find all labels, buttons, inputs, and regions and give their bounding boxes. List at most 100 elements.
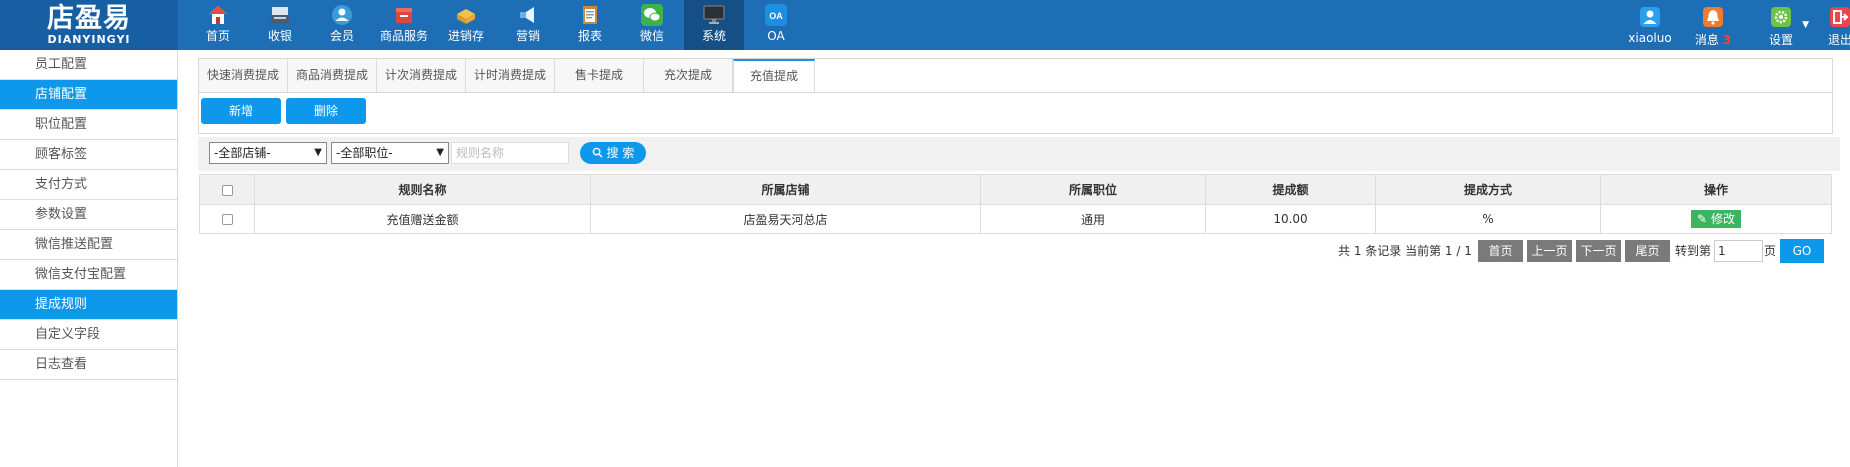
sidebar-item-position-config[interactable]: 职位配置 <box>0 110 177 140</box>
column-header: 规则名称 <box>254 174 591 205</box>
store-select[interactable]: -全部店铺- ▼ <box>209 142 327 164</box>
member-icon <box>331 4 353 26</box>
rule-name-input[interactable]: 规则名称 <box>451 142 569 164</box>
position-select[interactable]: -全部职位- ▼ <box>331 142 449 164</box>
settings-label: 设置 <box>1768 33 1793 47</box>
nav-label: 微信 <box>639 29 664 43</box>
column-header: 所属职位 <box>980 174 1206 205</box>
goods-icon <box>393 4 415 26</box>
last-page-button[interactable]: 尾页 <box>1625 240 1670 262</box>
edit-button[interactable]: ✎ 修改 <box>1691 210 1741 228</box>
search-icon <box>592 146 607 160</box>
tab-quick-consumption[interactable]: 快速消费提成 <box>199 59 288 92</box>
nav-label: 会员 <box>329 29 354 43</box>
nav-label: 报表 <box>577 29 602 43</box>
go-button[interactable]: GO <box>1780 239 1824 263</box>
store-select-value: -全部店铺- <box>214 146 271 160</box>
svg-text:OA: OA <box>769 11 783 21</box>
column-header: 提成额 <box>1205 174 1376 205</box>
wechat-icon <box>641 4 663 26</box>
tab-timed-consumption[interactable]: 计时消费提成 <box>466 59 555 92</box>
first-page-button[interactable]: 首页 <box>1478 240 1523 262</box>
action-bar: 新增 删除 <box>198 92 1833 134</box>
sidebar-item-payment-methods[interactable]: 支付方式 <box>0 170 177 200</box>
logo[interactable]: 店盈易 DIANYINGYI <box>0 0 178 50</box>
sidebar-item-commission-rules[interactable]: 提成规则 <box>0 290 177 320</box>
logout-label: 退出 <box>1827 33 1850 47</box>
next-page-button[interactable]: 下一页 <box>1576 240 1621 262</box>
megaphone-icon <box>517 4 539 26</box>
action-cell: ✎ 修改 <box>1600 204 1832 234</box>
nav-report[interactable]: 报表 <box>560 0 620 50</box>
sidebar-item-staff-config[interactable]: 员工配置 <box>0 50 177 80</box>
logout-menu[interactable]: 退出 <box>1820 0 1850 50</box>
prev-page-button[interactable]: 上一页 <box>1527 240 1572 262</box>
position-cell: 通用 <box>980 204 1206 234</box>
sidebar: 员工配置 店铺配置 职位配置 顾客标签 支付方式 参数设置 微信推送配置 微信支… <box>0 50 178 467</box>
add-button[interactable]: 新增 <box>201 98 281 124</box>
select-all-cell <box>199 174 255 205</box>
nav-inventory[interactable]: 进销存 <box>436 0 496 50</box>
page-number-input[interactable]: 1 <box>1714 240 1763 262</box>
settings-menu[interactable]: 设置 ▼ <box>1753 0 1809 50</box>
search-button-label: 搜 索 <box>606 146 635 160</box>
tab-card-sale[interactable]: 售卡提成 <box>555 59 644 92</box>
sidebar-item-parameters[interactable]: 参数设置 <box>0 200 177 230</box>
nav-goods[interactable]: 商品服务 <box>374 0 434 50</box>
sidebar-item-logs[interactable]: 日志查看 <box>0 350 177 380</box>
store-cell: 店盈易天河总店 <box>590 204 981 234</box>
gear-icon <box>1771 7 1791 27</box>
user-menu[interactable]: xiaoluo <box>1625 0 1675 50</box>
dropdown-arrow-icon: ▼ <box>314 147 322 158</box>
pager-summary: 共 1 条记录 当前第 1 / 1 <box>1338 244 1472 258</box>
top-bar: 店盈易 DIANYINGYI 首页 收银 会员 商品服务 进销存 营销 报表 微… <box>0 0 1850 50</box>
messages-label: 消息 <box>1694 33 1719 47</box>
nav-marketing[interactable]: 营销 <box>498 0 558 50</box>
nav-member[interactable]: 会员 <box>312 0 372 50</box>
tab-count-consumption[interactable]: 计次消费提成 <box>377 59 466 92</box>
sidebar-item-custom-fields[interactable]: 自定义字段 <box>0 320 177 350</box>
monitor-icon <box>703 4 725 26</box>
page-unit-label: 页 <box>1764 244 1777 258</box>
nav-system[interactable]: 系统 <box>684 0 744 50</box>
nav-label: 营销 <box>515 29 540 43</box>
select-all-checkbox[interactable] <box>221 184 233 196</box>
messages-menu[interactable]: 消息 3 <box>1688 0 1738 50</box>
sidebar-item-wechat-push[interactable]: 微信推送配置 <box>0 230 177 260</box>
sidebar-item-store-config[interactable]: 店铺配置 <box>0 80 177 110</box>
nav-label: OA <box>767 29 785 43</box>
nav-label: 进销存 <box>447 29 484 43</box>
logo-subtext: DIANYINGYI <box>47 33 131 46</box>
nav-label: 系统 <box>701 29 726 43</box>
chevron-down-icon: ▼ <box>1802 20 1809 30</box>
tab-goods-consumption[interactable]: 商品消费提成 <box>288 59 377 92</box>
dropdown-arrow-icon: ▼ <box>436 147 444 158</box>
row-select-cell <box>199 204 255 234</box>
cash-register-icon <box>269 4 291 26</box>
bell-icon <box>1703 7 1723 27</box>
method-cell: % <box>1375 204 1601 234</box>
oa-icon: OA <box>765 4 787 26</box>
amount-cell: 10.00 <box>1205 204 1376 234</box>
logout-icon <box>1830 7 1850 27</box>
search-button[interactable]: 搜 索 <box>580 142 646 164</box>
user-icon <box>1640 7 1660 27</box>
rule-name-cell: 充值赠送金额 <box>254 204 591 234</box>
report-icon <box>579 4 601 26</box>
nav-label: 商品服务 <box>379 29 428 43</box>
nav-label: 首页 <box>205 29 230 43</box>
nav-home[interactable]: 首页 <box>188 0 248 50</box>
row-checkbox[interactable] <box>221 214 233 225</box>
table-header-row: 规则名称 所属店铺 所属职位 提成额 提成方式 操作 <box>199 174 1832 205</box>
sidebar-item-customer-tags[interactable]: 顾客标签 <box>0 140 177 170</box>
sidebar-item-wechat-alipay[interactable]: 微信支付宝配置 <box>0 260 177 290</box>
messages-badge: 3 <box>1722 33 1732 47</box>
tab-recharge[interactable]: 充值提成 <box>733 59 815 92</box>
logo-text: 店盈易 <box>47 3 131 34</box>
nav-cashier[interactable]: 收银 <box>250 0 310 50</box>
delete-button[interactable]: 删除 <box>286 98 366 124</box>
nav-wechat[interactable]: 微信 <box>622 0 682 50</box>
rules-table: 规则名称 所属店铺 所属职位 提成额 提成方式 操作 充值赠送金额 店盈易天河总… <box>199 174 1832 234</box>
tab-recharge-count[interactable]: 充次提成 <box>644 59 733 92</box>
nav-oa[interactable]: OA OA <box>746 0 806 50</box>
